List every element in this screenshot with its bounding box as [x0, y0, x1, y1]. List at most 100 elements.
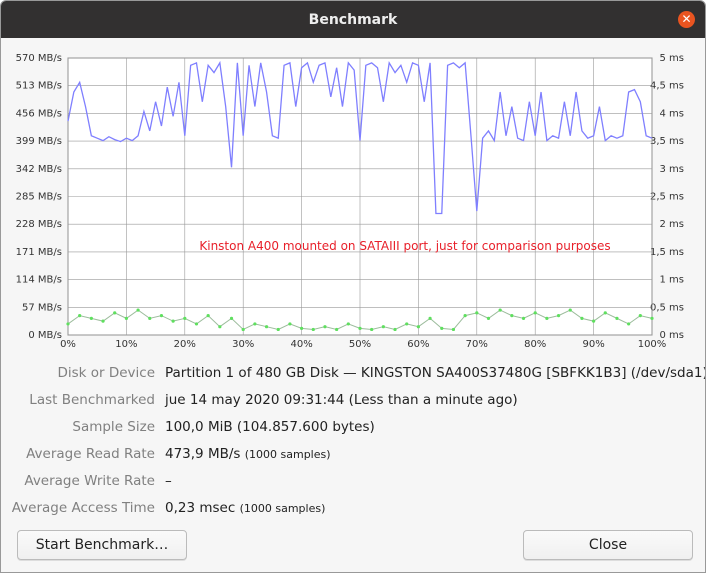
y-left-tick-label: 513 MB/s [16, 81, 62, 92]
x-tick-label: 40% [290, 339, 312, 350]
x-tick-label: 30% [232, 339, 254, 350]
access-time-point [66, 322, 70, 326]
access-time-point [124, 316, 128, 320]
info-label: Sample Size [72, 419, 155, 435]
access-time-point [300, 326, 304, 330]
access-time-point [510, 314, 514, 318]
access-time-point [253, 322, 257, 326]
y-left-tick-label: 228 MB/s [16, 219, 62, 230]
title-bar: Benchmark ✕ [1, 1, 705, 38]
access-time-point [335, 327, 339, 332]
access-time-point [78, 314, 82, 318]
access-time-point [638, 314, 642, 318]
access-time-point [113, 311, 117, 315]
y-right-tick-label: 0,5 ms [650, 302, 684, 313]
info-row: Average Access Time 0,23 msec (1000 samp… [1, 500, 705, 520]
access-time-point [627, 322, 631, 326]
access-time-point [323, 325, 327, 329]
close-button[interactable]: Close [523, 530, 693, 560]
info-label: Average Access Time [11, 500, 155, 516]
access-time-point [206, 314, 210, 318]
info-value: 473,9 MB/s (1000 samples) [165, 446, 331, 462]
y-right-tick-label: 3 ms [660, 164, 685, 175]
x-tick-label: 50% [349, 339, 371, 350]
info-label: Average Write Rate [24, 473, 155, 489]
info-label: Average Read Rate [26, 446, 155, 462]
y-left-tick-label: 285 MB/s [16, 192, 62, 203]
access-time-point [592, 319, 596, 323]
access-time-point [545, 316, 549, 320]
info-value-text: 0,23 msec [165, 500, 236, 516]
y-left-tick-label: 456 MB/s [16, 108, 62, 119]
x-tick-label: 10% [115, 339, 137, 350]
access-time-point [346, 322, 350, 326]
y-left-tick-label: 399 MB/s [16, 136, 62, 147]
y-left-tick-label: 171 MB/s [16, 247, 62, 258]
access-time-point [171, 319, 175, 323]
access-time-point [498, 308, 502, 312]
info-value: Partition 1 of 480 GB Disk — KINGSTON SA… [165, 365, 706, 381]
info-row: Last Benchmarked jue 14 may 2020 09:31:4… [1, 392, 705, 412]
access-time-point [311, 327, 315, 332]
x-tick-label: 20% [174, 339, 196, 350]
access-time-point [428, 316, 432, 320]
y-left-tick-label: 57 MB/s [22, 302, 62, 313]
access-time-point [358, 326, 362, 330]
info-value-text: 473,9 MB/s [165, 446, 241, 462]
access-time-point [381, 325, 385, 329]
access-time-point [533, 311, 537, 315]
y-right-tick-label: 5 ms [660, 53, 685, 64]
access-time-point [451, 327, 456, 332]
y-right-tick-label: 2 ms [660, 219, 685, 230]
info-value: – [165, 473, 172, 489]
access-time-point [370, 327, 374, 332]
y-left-tick-label: 342 MB/s [16, 164, 62, 175]
access-time-point [241, 327, 245, 332]
info-value-text: jue 14 may 2020 09:31:44 (Less than a mi… [165, 392, 518, 408]
info-row: Disk or Device Partition 1 of 480 GB Dis… [1, 365, 705, 385]
access-time-point [101, 319, 105, 323]
access-time-point [580, 316, 584, 320]
info-row: Sample Size 100,0 MiB (104.857.600 bytes… [1, 419, 705, 439]
access-time-point [264, 325, 269, 329]
benchmark-chart: 0%0 MB/s 0 ms10%57 MB/s 0,5 ms20%114 MB/s 1… [16, 53, 685, 350]
access-time-point [440, 326, 444, 330]
info-value: jue 14 may 2020 09:31:44 (Less than a mi… [165, 392, 518, 408]
access-time-point [218, 325, 222, 329]
info-label: Disk or Device [57, 365, 155, 381]
y-left-tick-label: 114 MB/s [16, 275, 62, 286]
info-value-text: Partition 1 of 480 GB Disk — KINGSTON SA… [165, 365, 706, 381]
info-row: Average Read Rate 473,9 MB/s (1000 sampl… [1, 446, 705, 466]
access-time-point [463, 314, 467, 318]
access-time-point [603, 311, 607, 315]
info-note: (1000 samples) [244, 448, 331, 461]
access-time-point [521, 316, 526, 320]
info-note: (1000 samples) [239, 502, 326, 515]
x-tick-label: 0% [60, 339, 76, 350]
access-time-point [486, 316, 491, 320]
access-time-point [159, 314, 164, 318]
x-tick-label: 60% [407, 339, 429, 350]
close-icon[interactable]: ✕ [678, 11, 695, 28]
access-time-point [405, 322, 409, 326]
y-left-tick-label: 570 MB/s [16, 53, 62, 64]
access-time-point [568, 308, 572, 312]
access-time-point [416, 325, 420, 329]
info-label: Last Benchmarked [29, 392, 155, 408]
access-time-point [650, 316, 654, 320]
y-right-tick-label: 1 ms [660, 275, 685, 286]
access-time-point [136, 308, 140, 312]
info-value: 100,0 MiB (104.857.600 bytes) [165, 419, 375, 435]
x-tick-label: 90% [582, 339, 604, 350]
access-time-point [288, 322, 292, 326]
x-tick-label: 70% [466, 339, 488, 350]
access-time-point [276, 327, 280, 332]
y-right-tick-label: 4 ms [660, 108, 685, 119]
access-time-point [393, 327, 397, 332]
access-time-point [229, 316, 234, 320]
y-right-tick-label: 1,5 ms [650, 247, 684, 258]
access-time-point [89, 316, 93, 320]
start-benchmark-button[interactable]: Start Benchmark… [17, 530, 187, 560]
access-time-point [194, 322, 199, 326]
x-tick-label: 100% [638, 339, 667, 350]
